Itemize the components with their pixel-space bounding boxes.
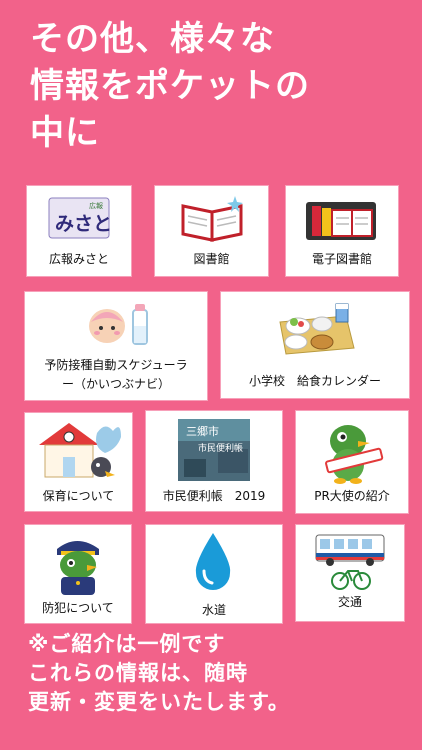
tile-water-supply[interactable]: 水道: [146, 525, 282, 623]
school-lunch-tray-icon: [276, 300, 356, 356]
logo-small-text: 広報: [89, 201, 103, 210]
handbook-subtitle-text: 市民便利帳: [198, 442, 243, 454]
tile-pr-ambassador[interactable]: PR大使の紹介: [296, 411, 408, 513]
logo-big-text: みさと: [55, 213, 111, 235]
tile-vaccination-scheduler[interactable]: 予防接種自動スケジューラ ー（かいつぶナビ）: [25, 292, 207, 400]
handbook-title-text: 三郷市: [186, 424, 219, 438]
tile-label: 小学校 給食カレンダー: [248, 374, 381, 388]
nursery-house-icon: [35, 419, 123, 481]
tile-label: 交通: [337, 595, 362, 609]
tile-label: 広報みさと: [48, 252, 109, 266]
mascot-bird-icon: [318, 419, 386, 485]
footer-note: ※ご紹介は一例です これらの情報は、随時 更新・変更をいたします。: [28, 632, 290, 714]
tile-label: PR大使の紹介: [314, 489, 390, 503]
tile-library[interactable]: 図書館: [155, 186, 268, 276]
tile-crime-prevention[interactable]: 防犯について: [25, 525, 131, 623]
tile-childcare[interactable]: 保育について: [25, 413, 132, 511]
tile-citizens-handbook[interactable]: 三郷市 市民便利帳 市民便利帳 2019: [146, 411, 282, 511]
tile-label: 図書館: [193, 252, 230, 266]
tile-e-library[interactable]: 電子図書館: [286, 186, 398, 276]
tile-label: 保育について: [42, 489, 115, 503]
open-book-icon: [179, 194, 245, 244]
tile-school-lunch-calendar[interactable]: 小学校 給食カレンダー: [221, 292, 409, 398]
police-mascot-icon: [47, 533, 109, 597]
tile-kouhou-misato[interactable]: 広報 みさと 広報みさと: [27, 186, 131, 276]
tile-label: 水道: [201, 603, 226, 617]
baby-bottle-icon: [85, 302, 155, 346]
books-shelf-icon: [304, 196, 380, 244]
bus-bicycle-icon: [314, 531, 386, 591]
tile-label: 市民便利帳 2019: [162, 489, 266, 503]
water-drop-icon: [192, 531, 234, 593]
handbook-cover-icon: 三郷市 市民便利帳: [178, 419, 250, 481]
tile-label: 防犯について: [42, 601, 114, 615]
headline: その他、様々な 情報をポケットの 中に: [30, 19, 310, 153]
magazine-logo-icon: 広報 みさと: [47, 196, 112, 242]
tile-transportation[interactable]: 交通: [296, 525, 404, 621]
tile-label: 電子図書館: [311, 252, 372, 266]
tile-label: 予防接種自動スケジューラ ー（かいつぶナビ）: [44, 358, 188, 391]
